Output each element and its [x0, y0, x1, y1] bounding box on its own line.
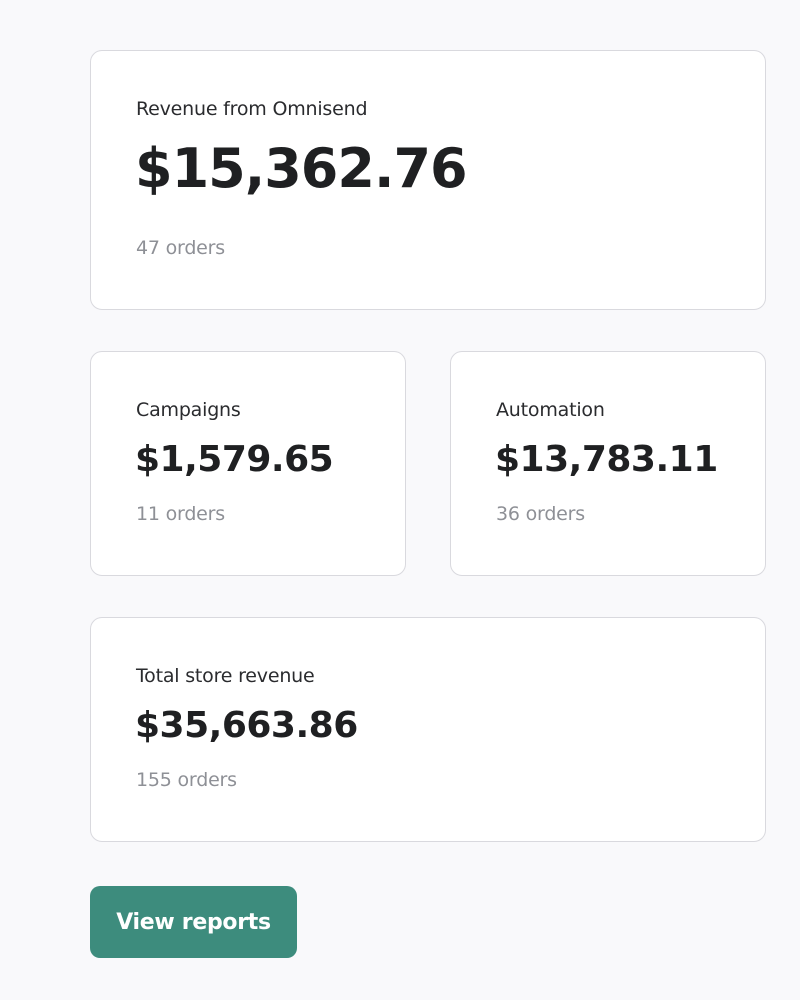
omnisend-revenue-value: $15,362.76	[135, 137, 468, 200]
automation-revenue-label: Automation	[496, 399, 605, 421]
total-store-revenue-value: $35,663.86	[135, 705, 358, 746]
omnisend-revenue-label: Revenue from Omnisend	[136, 98, 368, 120]
total-store-orders-count: 155 orders	[136, 769, 237, 791]
campaigns-revenue-card: Campaigns $1,579.65 11 orders	[90, 351, 406, 576]
view-reports-button[interactable]: View reports	[90, 886, 297, 958]
campaigns-revenue-value: $1,579.65	[135, 439, 334, 480]
automation-orders-count: 36 orders	[496, 503, 585, 525]
total-store-revenue-label: Total store revenue	[136, 665, 315, 687]
campaigns-orders-count: 11 orders	[136, 503, 225, 525]
campaigns-revenue-label: Campaigns	[136, 399, 241, 421]
automation-revenue-card: Automation $13,783.11 36 orders	[450, 351, 766, 576]
automation-revenue-value: $13,783.11	[495, 439, 718, 480]
revenue-dashboard: Revenue from Omnisend $15,362.76 47 orde…	[0, 0, 800, 1000]
total-store-revenue-card: Total store revenue $35,663.86 155 order…	[90, 617, 766, 842]
omnisend-orders-count: 47 orders	[136, 237, 225, 259]
omnisend-revenue-card: Revenue from Omnisend $15,362.76 47 orde…	[90, 50, 766, 310]
